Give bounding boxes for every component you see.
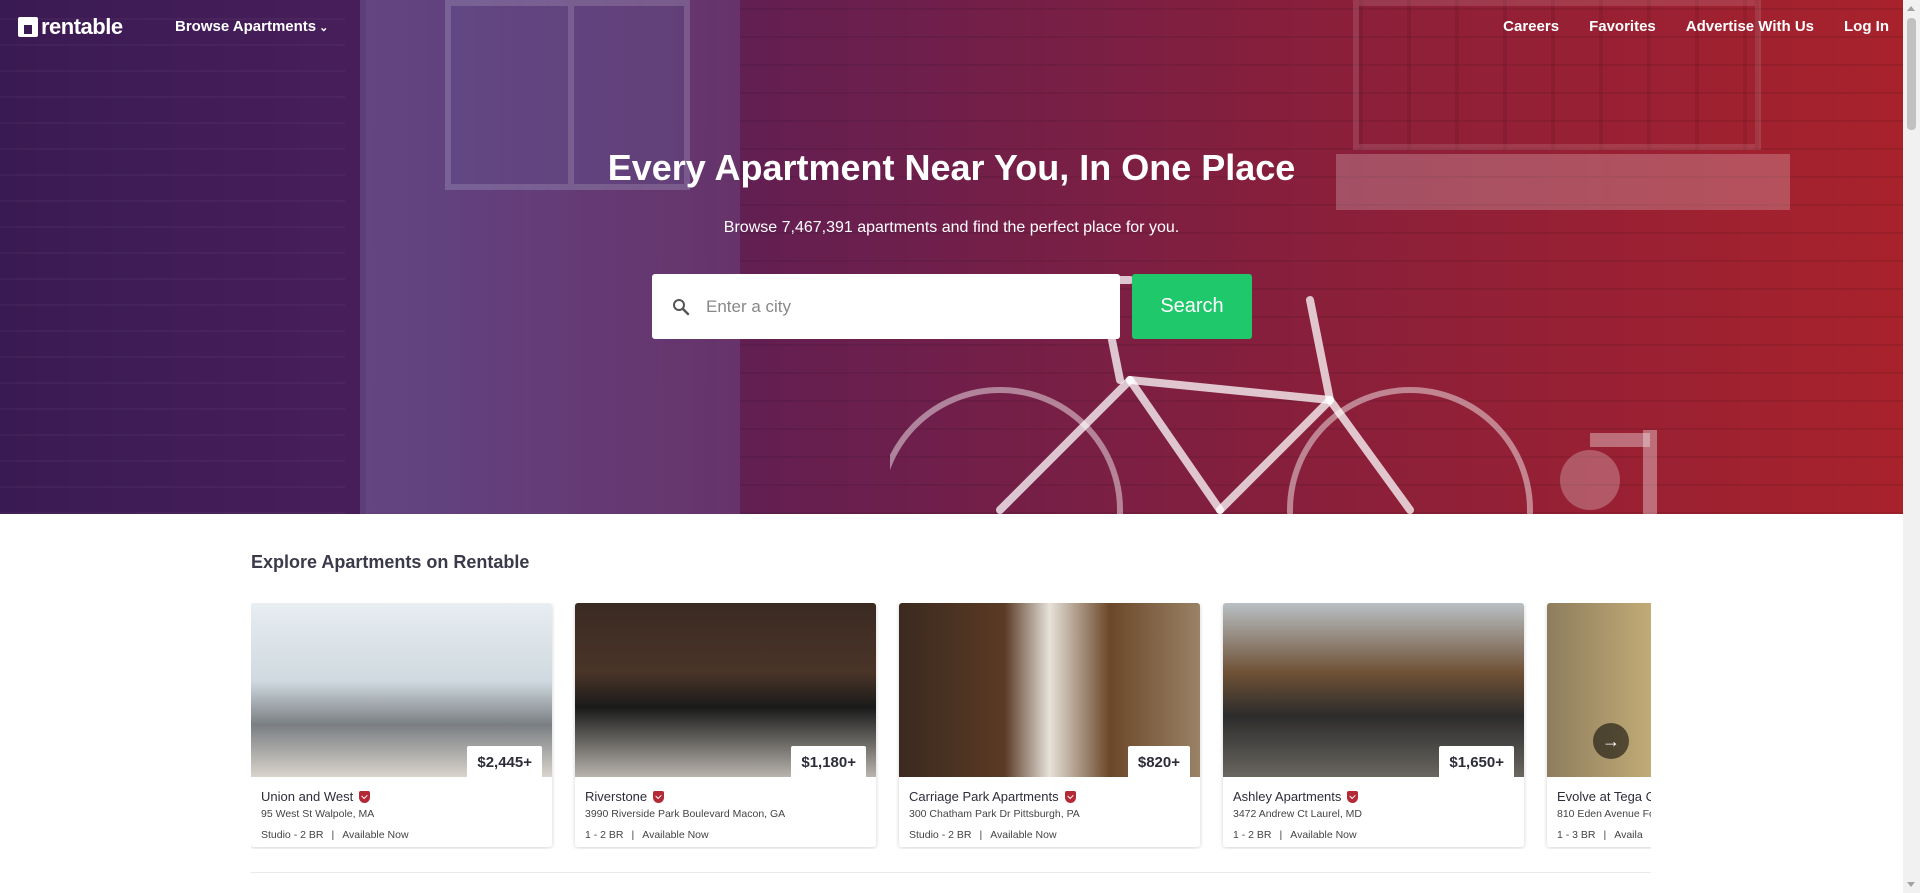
house-logo-icon [18,17,38,37]
bed-range: 1 - 3 BR [1557,829,1596,841]
explore-section-title: Explore Apartments on Rentable [251,552,530,572]
hero-title: Every Apartment Near You, In One Place [607,147,1296,188]
availability: Availa [1614,829,1643,841]
price-badge: $1,650+ [1439,746,1514,779]
chevron-down-icon: ⌄ [319,22,329,34]
apartment-name-row: Evolve at Tega Ca [1557,789,1651,804]
top-navigation: rentable Browse Apartments ⌄ Careers Favo… [0,0,1903,54]
apartment-address: 3990 Riverside Park Boulevard Macon, GA [585,808,786,820]
availability: Available Now [1290,829,1357,841]
bed-range: 1 - 2 BR [1233,829,1272,841]
nav-login-link[interactable]: Log In [1844,18,1889,35]
apartment-meta: Studio - 2 BR | Available Now [909,829,1190,841]
apartment-address: 810 Eden Avenue Fo [1557,808,1651,820]
apartment-name: Union and West [261,789,354,804]
apartment-card[interactable]: $820+ Carriage Park Apartments 300 Chath… [899,603,1200,847]
scroll-up-arrow-icon[interactable] [1907,6,1915,11]
meta-separator: | [1279,829,1283,841]
apartment-name-row: Union and West [261,789,542,804]
price-badge: $2,445+ [467,746,542,779]
browse-apartments-dropdown[interactable]: Browse Apartments ⌄ [175,18,328,35]
apartment-address: 300 Chatham Park Dr Pittsburgh, PA [909,808,1080,820]
verified-shield-icon [653,790,665,803]
rentable-logo[interactable]: rentable [18,14,123,40]
carousel-next-arrow-icon[interactable]: → [1593,723,1629,759]
apartment-name: Evolve at Tega Ca [1557,789,1651,804]
hero-brick-wall-left [0,0,345,514]
hero-subtitle: Browse 7,467,391 apartments and find the… [723,219,1180,236]
apartment-card[interactable]: Evolve at Tega Ca 810 Eden Avenue Fo 1 -… [1547,603,1651,847]
logo-text: rentable [41,14,123,39]
verified-shield-icon [1064,790,1076,803]
apartment-card[interactable]: $1,650+ Ashley Apartments 3472 Andrew Ct… [1223,603,1524,847]
availability: Available Now [642,829,709,841]
price-badge: $1,180+ [791,746,866,779]
apartment-card[interactable]: $2,445+ Union and West 95 West St Walpol… [251,603,552,847]
apartment-name: Carriage Park Apartments [909,789,1059,804]
search-button[interactable]: Search [1132,274,1252,339]
scroll-down-arrow-icon[interactable] [1907,882,1915,887]
apartment-meta: Studio - 2 BR | Available Now [261,829,542,841]
price-badge: $820+ [1127,746,1190,779]
nav-advertise-link[interactable]: Advertise With Us [1686,18,1814,35]
apartment-card[interactable]: $1,180+ Riverstone 3990 Riverside Park B… [575,603,876,847]
apartment-address: 3472 Andrew Ct Laurel, MD [1233,808,1362,820]
apartment-name-row: Carriage Park Apartments [909,789,1190,804]
meta-separator: | [1603,829,1607,841]
apartment-name-row: Riverstone [585,789,866,804]
hero-banner [0,0,1903,514]
browse-apartments-label: Browse Apartments [175,18,317,35]
apartment-name: Ashley Apartments [1233,789,1342,804]
apartment-photo: $2,445+ [251,603,552,779]
availability: Available Now [990,829,1057,841]
meta-separator: | [331,829,335,841]
apartment-carousel: $2,445+ Union and West 95 West St Walpol… [251,603,1651,849]
apartment-meta: 1 - 2 BR | Available Now [585,829,866,841]
bed-range: 1 - 2 BR [585,829,624,841]
nav-careers-link[interactable]: Careers [1503,18,1559,35]
verified-shield-icon [1347,790,1359,803]
scrollbar-thumb[interactable] [1907,18,1916,130]
apartment-photo: $820+ [899,603,1200,779]
nav-links: Careers Favorites Advertise With Us Log … [1503,18,1889,35]
availability: Available Now [342,829,409,841]
apartment-address: 95 West St Walpole, MA [261,808,375,820]
page-scrollbar[interactable] [1903,0,1920,893]
bed-range: Studio - 2 BR [909,829,972,841]
bed-range: Studio - 2 BR [261,829,324,841]
section-divider [251,872,1651,873]
apartment-name: Riverstone [585,789,648,804]
verified-shield-icon [359,790,371,803]
apartment-meta: 1 - 3 BR | Availa [1557,829,1651,841]
meta-separator: | [631,829,635,841]
meta-separator: | [979,829,983,841]
apartment-name-row: Ashley Apartments [1233,789,1514,804]
apartment-photo: $1,650+ [1223,603,1524,779]
apartment-meta: 1 - 2 BR | Available Now [1233,829,1514,841]
city-search-input[interactable] [706,296,1086,317]
apartment-photo: $1,180+ [575,603,876,779]
city-search-box [652,274,1120,339]
search-icon [673,298,690,315]
nav-favorites-link[interactable]: Favorites [1589,18,1656,35]
